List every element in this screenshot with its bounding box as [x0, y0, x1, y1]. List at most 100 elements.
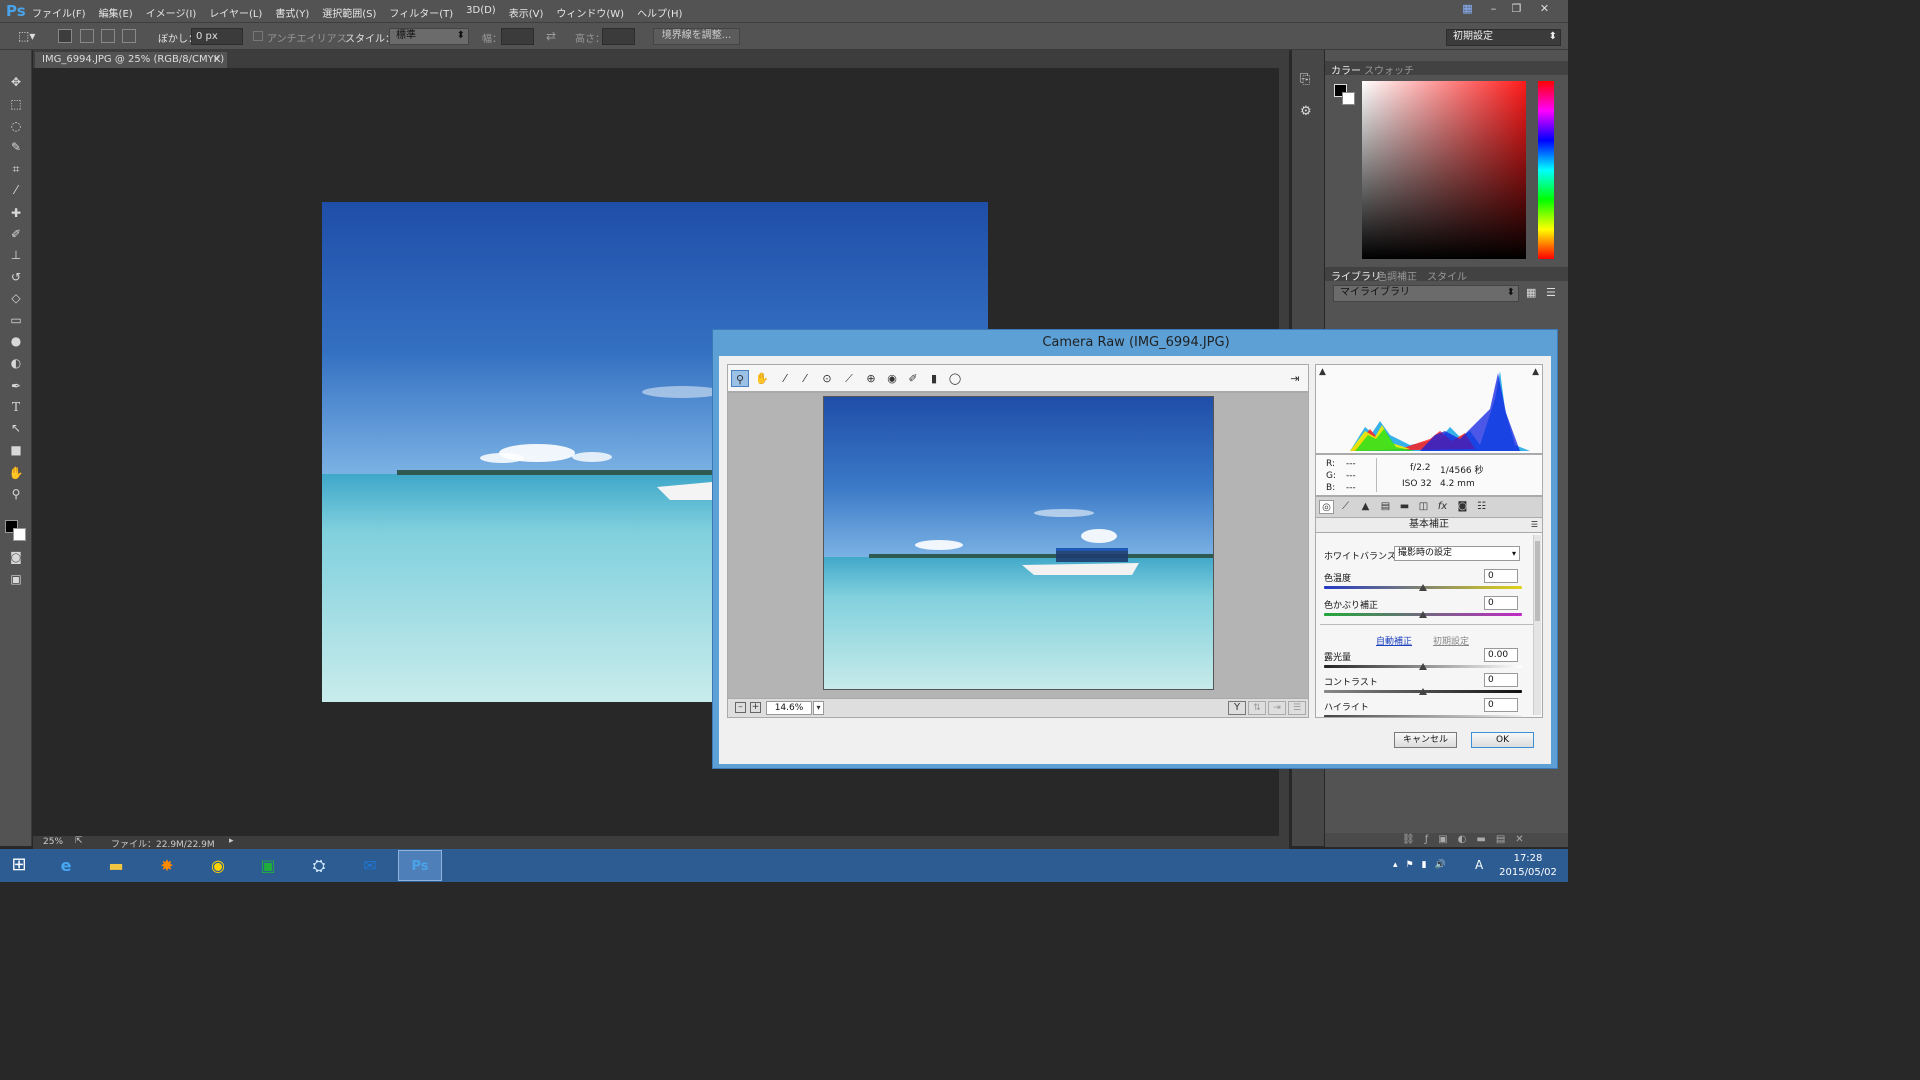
- color-sampler-tool-icon[interactable]: ⁄: [796, 370, 814, 387]
- zoom-dropdown-icon[interactable]: ▾: [813, 701, 824, 715]
- auto-link[interactable]: 自動補正: [1376, 634, 1412, 647]
- white-balance-tool-icon[interactable]: ⁄: [776, 370, 794, 387]
- background-color-swatch[interactable]: [13, 528, 26, 541]
- tab-color[interactable]: カラー: [1331, 62, 1361, 77]
- healing-brush-tool-icon[interactable]: ✚: [5, 204, 27, 223]
- swap-settings-icon[interactable]: ⇅: [1248, 701, 1266, 715]
- workspace-select[interactable]: 初期設定 ⬍: [1446, 29, 1561, 46]
- style-select[interactable]: 標準 ⬍: [389, 28, 469, 45]
- quick-select-tool-icon[interactable]: ✎: [5, 138, 27, 157]
- library-select[interactable]: マイライブラリ ⬍: [1333, 285, 1519, 302]
- tab-swatches[interactable]: スウォッチ: [1364, 62, 1414, 77]
- restore-icon[interactable]: ❐: [1508, 2, 1525, 16]
- menu-file[interactable]: ファイル(F): [32, 5, 86, 20]
- pen-tool-icon[interactable]: ✒: [5, 377, 27, 396]
- contrast-slider-thumb[interactable]: [1419, 688, 1427, 695]
- zoom-out-icon[interactable]: –: [735, 702, 746, 713]
- cancel-button[interactable]: キャンセル: [1394, 732, 1457, 748]
- bg-color-swatch[interactable]: [1342, 92, 1355, 105]
- history-panel-icon[interactable]: ⎘: [1300, 72, 1310, 87]
- status-zoom[interactable]: 25%: [43, 837, 63, 847]
- ime-indicator[interactable]: A: [1475, 858, 1483, 872]
- properties-panel-icon[interactable]: ⚙: [1300, 104, 1312, 119]
- new-selection-icon[interactable]: [58, 29, 72, 43]
- photo-app-icon[interactable]: ✸: [145, 850, 189, 881]
- photoshop-taskbar-icon[interactable]: Ps: [398, 850, 442, 881]
- radial-filter-tool-icon[interactable]: ◯: [946, 370, 964, 387]
- antialias-checkbox[interactable]: [253, 31, 263, 41]
- tab-libraries[interactable]: ライブラリ: [1331, 268, 1381, 283]
- zoom-level-field[interactable]: 14.6%: [766, 701, 812, 715]
- presets-tab-icon[interactable]: ☷: [1474, 500, 1489, 514]
- menu-layer[interactable]: レイヤー(L): [209, 5, 262, 20]
- history-brush-tool-icon[interactable]: ↺: [5, 268, 27, 287]
- screen-mode-icon[interactable]: ▣: [5, 570, 27, 589]
- camera-calibration-tab-icon[interactable]: ◙: [1455, 500, 1470, 514]
- eyedropper-tool-icon[interactable]: ⁄: [5, 181, 27, 200]
- brush-tool-icon[interactable]: ✐: [5, 225, 27, 244]
- menu-window[interactable]: ウィンドウ(W): [556, 5, 624, 20]
- swap-icon[interactable]: ⇄: [546, 29, 556, 43]
- store-icon[interactable]: ▣: [246, 850, 290, 881]
- effects-tab-icon[interactable]: fx: [1435, 500, 1450, 514]
- library-footer-icons[interactable]: ⛓ƒ▣◐▬▤✕: [1402, 834, 1534, 845]
- temperature-slider-thumb[interactable]: [1419, 584, 1427, 591]
- subtract-selection-icon[interactable]: [101, 29, 115, 43]
- marquee-preset-icon[interactable]: ⬚▾: [18, 29, 46, 45]
- color-picker-field[interactable]: [1362, 81, 1526, 259]
- highlights-slider[interactable]: [1324, 715, 1522, 717]
- eraser-tool-icon[interactable]: ◇: [5, 289, 27, 308]
- menu-edit[interactable]: 編集(E): [99, 5, 133, 20]
- workspace-switch-icon[interactable]: ▦: [1459, 2, 1476, 16]
- white-balance-select[interactable]: 撮影時の設定 ▾: [1394, 546, 1520, 561]
- refine-edge-button[interactable]: 境界線を調整...: [653, 28, 740, 45]
- temperature-value[interactable]: 0: [1484, 569, 1518, 583]
- tint-value[interactable]: 0: [1484, 596, 1518, 610]
- menu-3d[interactable]: 3D(D): [466, 5, 496, 20]
- highlights-value[interactable]: 0: [1484, 698, 1518, 712]
- height-input[interactable]: [602, 28, 635, 45]
- tab-adjustments[interactable]: 色調補正: [1377, 268, 1417, 283]
- file-explorer-icon[interactable]: ▬: [94, 850, 138, 881]
- acr-preview-image[interactable]: [823, 396, 1214, 690]
- exposure-slider-thumb[interactable]: [1419, 663, 1427, 670]
- dodge-tool-icon[interactable]: ◐: [5, 354, 27, 373]
- contrast-value[interactable]: 0: [1484, 673, 1518, 687]
- toggle-settings-icon[interactable]: ☰: [1288, 701, 1306, 715]
- intersect-selection-icon[interactable]: [122, 29, 136, 43]
- targeted-adjust-tool-icon[interactable]: ⊙: [818, 370, 836, 387]
- zoom-tool-icon[interactable]: ⚲: [731, 370, 749, 387]
- menu-image[interactable]: イメージ(I): [146, 5, 197, 20]
- close-tab-icon[interactable]: ×: [213, 52, 221, 68]
- zoom-in-icon[interactable]: +: [750, 702, 761, 713]
- menu-help[interactable]: ヘルプ(H): [637, 5, 682, 20]
- tint-slider-thumb[interactable]: [1419, 611, 1427, 618]
- hue-slider[interactable]: [1538, 81, 1554, 259]
- ok-button[interactable]: OK: [1471, 732, 1534, 748]
- menu-filter[interactable]: フィルター(T): [389, 5, 453, 20]
- type-tool-icon[interactable]: T: [5, 398, 27, 417]
- panel-menu-icon[interactable]: ☰: [1531, 518, 1538, 532]
- detail-tab-icon[interactable]: ▲: [1358, 500, 1373, 514]
- fullscreen-icon[interactable]: ⇥: [1286, 370, 1304, 387]
- tab-styles[interactable]: スタイル: [1427, 268, 1467, 283]
- system-tray-icons[interactable]: ▴⚑▮🔊: [1393, 860, 1454, 870]
- split-toning-tab-icon[interactable]: ▬: [1397, 500, 1412, 514]
- adjustment-brush-tool-icon[interactable]: ✐: [904, 370, 922, 387]
- stamp-tool-icon[interactable]: ⊥: [5, 246, 27, 265]
- menu-type[interactable]: 書式(Y): [275, 5, 309, 20]
- status-arrow-icon[interactable]: ▸: [229, 836, 234, 846]
- graduated-filter-tool-icon[interactable]: ▮: [925, 370, 943, 387]
- spot-removal-tool-icon[interactable]: ⊕: [862, 370, 880, 387]
- document-tab[interactable]: IMG_6994.JPG @ 25% (RGB/8/CMYK) ×: [35, 52, 227, 68]
- chrome-icon[interactable]: ◉: [196, 850, 240, 881]
- crop-tool-icon[interactable]: ⌗: [5, 160, 27, 179]
- move-tool-icon[interactable]: ✥: [5, 73, 27, 92]
- width-input[interactable]: [501, 28, 534, 45]
- clock-date[interactable]: 2015/05/02: [1498, 867, 1558, 878]
- straighten-tool-icon[interactable]: ⟋: [840, 370, 858, 387]
- quick-mask-icon[interactable]: ◙: [5, 548, 27, 567]
- lasso-tool-icon[interactable]: ◌: [5, 117, 27, 136]
- copy-settings-icon[interactable]: ⇥: [1268, 701, 1286, 715]
- add-selection-icon[interactable]: [80, 29, 94, 43]
